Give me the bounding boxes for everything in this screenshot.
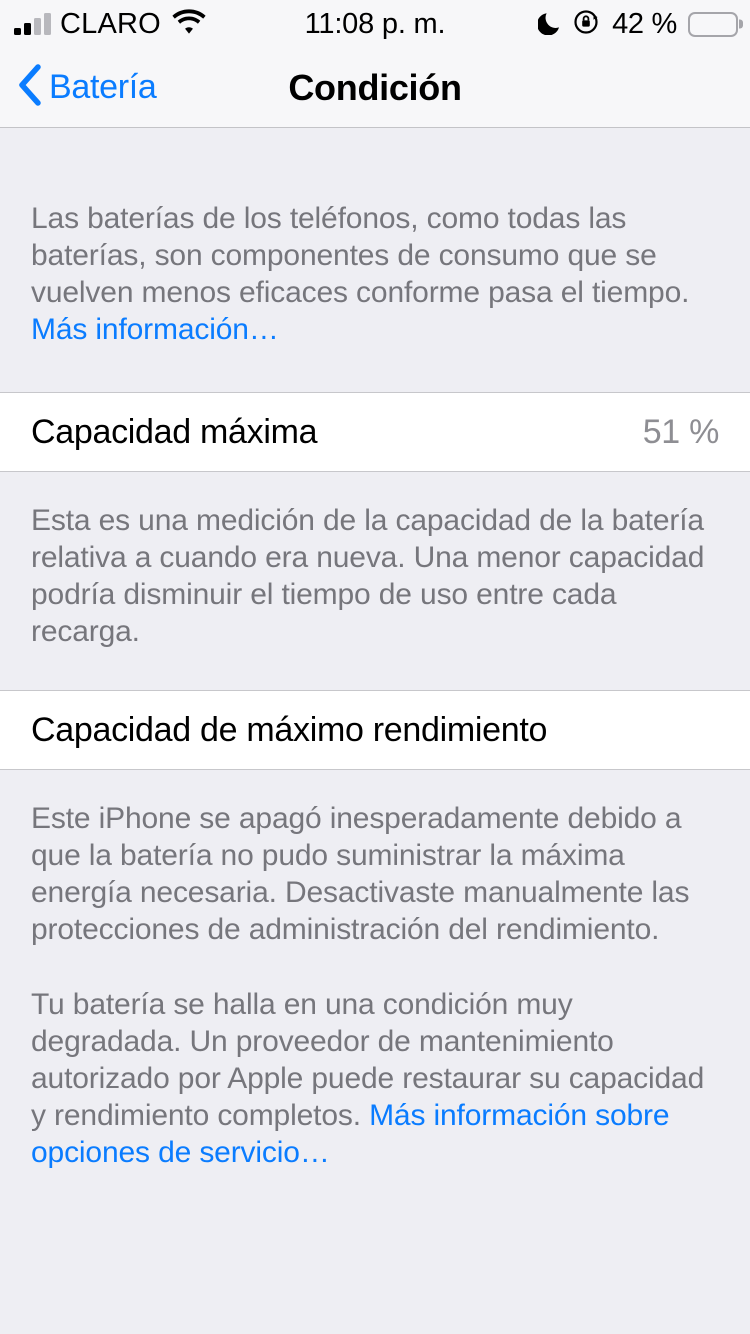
status-bar-right: 42 % xyxy=(537,0,738,48)
peak-performance-row: Capacidad de máximo rendimiento xyxy=(0,690,750,770)
navigation-bar: Batería Condición xyxy=(0,48,750,128)
content-area: Las baterías de los teléfonos, como toda… xyxy=(0,128,750,1211)
max-capacity-row: Capacidad máxima 51 % xyxy=(0,392,750,472)
moon-icon xyxy=(537,9,562,40)
max-capacity-value: 51 % xyxy=(642,412,720,451)
intro-text: Las baterías de los teléfonos, como toda… xyxy=(31,202,690,309)
battery-percent-label: 42 % xyxy=(612,7,677,40)
peak-performance-paragraph-2: Tu batería se halla en una condición muy… xyxy=(31,986,719,1171)
peak-performance-paragraph-1: Este iPhone se apagó inesperadamente deb… xyxy=(31,802,690,946)
max-capacity-description: Esta es una medición de la capacidad de … xyxy=(31,504,705,648)
page-title: Condición xyxy=(288,66,462,108)
max-capacity-label: Capacidad máxima xyxy=(31,412,318,451)
battery-icon xyxy=(688,11,738,37)
intro-description: Las baterías de los teléfonos, como toda… xyxy=(0,128,750,392)
peak-performance-label: Capacidad de máximo rendimiento xyxy=(31,710,548,749)
peak-performance-description: Este iPhone se apagó inesperadamente deb… xyxy=(0,770,750,1211)
more-info-link[interactable]: Más información… xyxy=(31,313,279,346)
rotation-lock-icon xyxy=(573,8,601,41)
screen: CLARO 11:08 p. m. 42 % Batería Condición… xyxy=(0,0,750,1334)
status-bar: CLARO 11:08 p. m. 42 % xyxy=(0,0,750,48)
